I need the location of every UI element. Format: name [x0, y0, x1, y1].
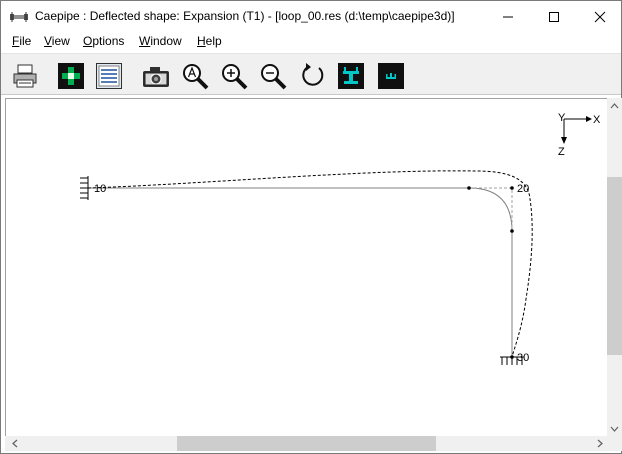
- rotate-icon: [302, 63, 324, 86]
- maximize-icon: [549, 11, 559, 22]
- menu-file[interactable]: File: [12, 34, 31, 48]
- add-icon: [58, 63, 84, 89]
- title-bar[interactable]: Caepipe : Deflected shape: Expansion (T1…: [1, 1, 621, 32]
- minimize-button[interactable]: [485, 1, 531, 32]
- zoom-out-button[interactable]: [259, 62, 287, 90]
- caepipe-app-icon: [10, 12, 28, 22]
- minimize-icon: [503, 16, 513, 17]
- chevron-up-icon: [610, 102, 619, 108]
- caepipe-window: Caepipe : Deflected shape: Expansion (T1…: [0, 0, 622, 454]
- toolbar: [1, 53, 621, 95]
- add-button[interactable]: [57, 62, 85, 90]
- deflected-shape-view[interactable]: Y X Z 10 20 30: [5, 98, 607, 436]
- scroll-down-arrow[interactable]: [607, 421, 622, 436]
- camera-button[interactable]: [141, 62, 169, 90]
- list-button[interactable]: [95, 62, 123, 90]
- maximize-button[interactable]: [531, 1, 577, 32]
- close-button[interactable]: [577, 1, 622, 32]
- menu-help[interactable]: Help: [197, 34, 222, 48]
- vertical-scroll-thumb[interactable]: [607, 177, 622, 355]
- horizontal-scroll-thumb[interactable]: [177, 436, 436, 451]
- scroll-up-arrow[interactable]: [607, 98, 622, 113]
- scroll-left-arrow[interactable]: [7, 436, 22, 451]
- menu-view[interactable]: View: [44, 34, 70, 48]
- anchor-10-icon: [80, 176, 89, 200]
- chevron-left-icon: [11, 439, 17, 448]
- axis-x-label: X: [593, 114, 601, 126]
- chevron-right-icon: [597, 439, 603, 448]
- scroll-right-arrow[interactable]: [592, 436, 607, 451]
- menu-options[interactable]: Options: [83, 34, 124, 48]
- bend-far-point: [510, 229, 514, 233]
- axis-z-label: Z: [558, 146, 565, 158]
- view-node-icon: [378, 63, 404, 89]
- undeflected-pipe: [88, 187, 513, 357]
- zoom-all-icon: [183, 64, 209, 90]
- menu-bar: File View Options Window Help: [1, 32, 621, 52]
- zoom-all-button[interactable]: [181, 62, 209, 90]
- print-button[interactable]: [11, 62, 39, 90]
- zoom-in-icon: [222, 64, 248, 90]
- view-support-button[interactable]: [337, 62, 365, 90]
- bend-near-point: [467, 186, 471, 190]
- chevron-down-icon: [610, 426, 619, 432]
- view-node-button[interactable]: [377, 62, 405, 90]
- list-icon: [96, 63, 122, 89]
- axis-y-label: Y: [558, 112, 566, 124]
- window-title: Caepipe : Deflected shape: Expansion (T1…: [35, 9, 455, 23]
- node-20-label: 20: [517, 183, 529, 195]
- scroll-corner: [607, 436, 622, 451]
- menu-window[interactable]: Window: [139, 34, 182, 48]
- node-10-label: 10: [94, 183, 106, 195]
- node-20-point: [510, 186, 514, 190]
- close-icon: [594, 11, 606, 22]
- node-30-label: 30: [517, 352, 529, 364]
- rotate-button[interactable]: [299, 62, 327, 90]
- deflected-shape-canvas[interactable]: Y X Z 10 20 30: [6, 99, 608, 437]
- camera-icon: [143, 67, 169, 87]
- axis-triad: Y X Z: [558, 112, 601, 158]
- print-icon: [13, 64, 37, 88]
- zoom-out-icon: [261, 64, 287, 90]
- view-support-icon: [338, 63, 364, 89]
- zoom-in-button[interactable]: [220, 62, 248, 90]
- deflected-pipe: [87, 170, 533, 358]
